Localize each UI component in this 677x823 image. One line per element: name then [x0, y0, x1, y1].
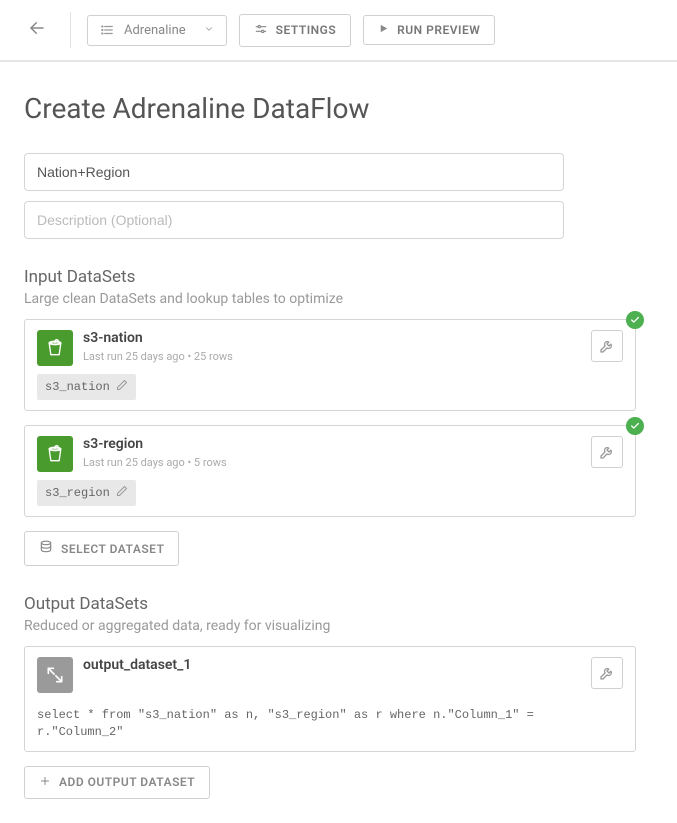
- dataset-config-button[interactable]: [591, 436, 623, 468]
- back-button[interactable]: [20, 15, 54, 45]
- input-dataset-card: s3-nation Last run 25 days ago • 25 rows…: [24, 319, 636, 411]
- wrench-icon: [599, 444, 615, 460]
- check-icon: [630, 421, 640, 431]
- alias-text: s3_nation: [45, 380, 110, 394]
- arrow-left-icon: [28, 19, 46, 37]
- input-dataset-card: s3-region Last run 25 days ago • 5 rows …: [24, 425, 636, 517]
- plus-icon: [39, 775, 51, 790]
- content: Create Adrenaline DataFlow Input DataSet…: [0, 62, 677, 823]
- dataflow-name-input[interactable]: [24, 153, 564, 191]
- output-dataset-name: output_dataset_1: [83, 657, 581, 673]
- select-dataset-button[interactable]: SELECT DATASET: [24, 531, 179, 566]
- output-dataset-card: output_dataset_1 select * from "s3_natio…: [24, 646, 636, 752]
- settings-button[interactable]: SETTINGS: [239, 14, 352, 47]
- chevron-down-icon: [204, 23, 214, 38]
- output-section-subtitle: Reduced or aggregated data, ready for vi…: [24, 618, 653, 634]
- output-query: select * from "s3_nation" as n, "s3_regi…: [37, 707, 623, 741]
- dataset-meta: Last run 25 days ago • 5 rows: [83, 456, 581, 469]
- input-section-title: Input DataSets: [24, 267, 653, 287]
- run-preview-label: RUN PREVIEW: [397, 23, 480, 37]
- bucket-icon: [37, 330, 73, 366]
- check-badge: [626, 311, 644, 329]
- output-section-title: Output DataSets: [24, 594, 653, 614]
- dataset-name: s3-nation: [83, 330, 581, 346]
- database-icon: [39, 540, 53, 557]
- run-preview-button[interactable]: RUN PREVIEW: [363, 15, 495, 45]
- select-dataset-label: SELECT DATASET: [61, 542, 164, 556]
- divider: [70, 12, 71, 48]
- output-icon: [37, 657, 73, 693]
- output-config-button[interactable]: [591, 657, 623, 689]
- alias-chip[interactable]: s3_region: [37, 480, 136, 506]
- engine-dropdown[interactable]: Adrenaline: [87, 15, 227, 46]
- alias-chip[interactable]: s3_nation: [37, 374, 136, 400]
- topbar: Adrenaline SETTINGS RUN PREVIEW: [0, 0, 677, 62]
- input-section-subtitle: Large clean DataSets and lookup tables t…: [24, 291, 653, 307]
- wrench-icon: [599, 665, 615, 681]
- sliders-icon: [254, 22, 268, 39]
- add-output-dataset-button[interactable]: ADD OUTPUT DATASET: [24, 766, 210, 799]
- check-icon: [630, 315, 640, 325]
- dataset-name: s3-region: [83, 436, 581, 452]
- dataset-meta: Last run 25 days ago • 25 rows: [83, 350, 581, 363]
- play-icon: [378, 23, 389, 37]
- pencil-icon: [116, 379, 128, 395]
- add-output-label: ADD OUTPUT DATASET: [59, 775, 195, 789]
- wrench-icon: [599, 338, 615, 354]
- settings-label: SETTINGS: [276, 23, 337, 37]
- dataset-config-button[interactable]: [591, 330, 623, 362]
- page-title: Create Adrenaline DataFlow: [24, 92, 653, 125]
- pencil-icon: [116, 485, 128, 501]
- engine-label: Adrenaline: [124, 23, 186, 38]
- alias-text: s3_region: [45, 486, 110, 500]
- dataflow-description-input[interactable]: [24, 201, 564, 239]
- list-icon: [100, 23, 114, 37]
- bucket-icon: [37, 436, 73, 472]
- check-badge: [626, 417, 644, 435]
